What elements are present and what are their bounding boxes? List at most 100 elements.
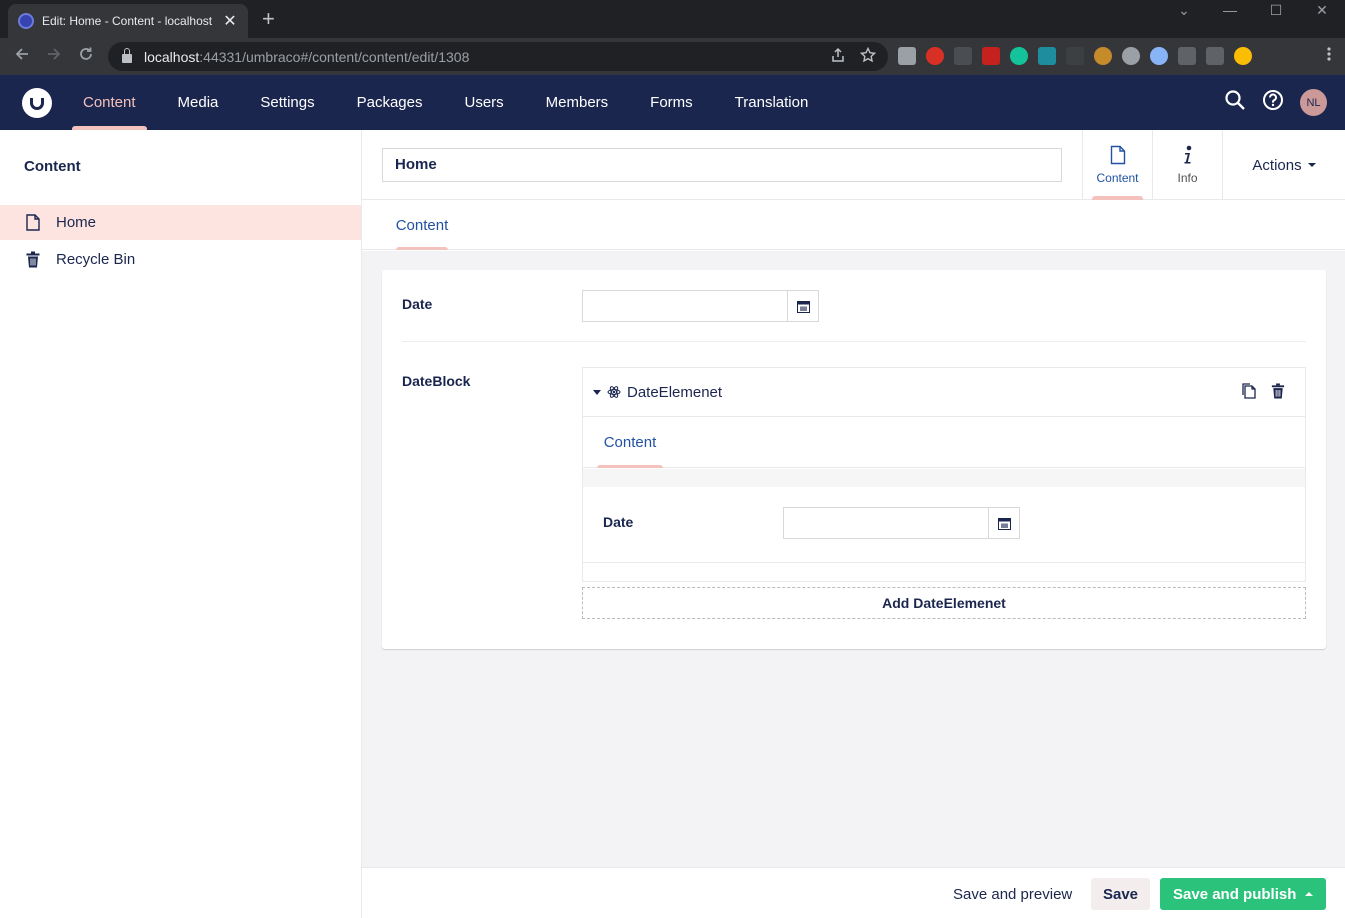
add-block-button[interactable]: Add DateElemenet (582, 587, 1306, 619)
calendar-icon (796, 300, 810, 313)
publish-options-caret-icon[interactable] (1292, 878, 1326, 910)
property-divider (402, 341, 1306, 342)
share-icon[interactable] (830, 47, 846, 67)
section-packages[interactable]: Packages (336, 75, 444, 130)
adblock-icon[interactable] (926, 47, 944, 65)
block-header[interactable]: DateElemenet (583, 368, 1305, 417)
section-members[interactable]: Members (525, 75, 630, 130)
app-info[interactable]: Info (1152, 130, 1222, 200)
collapse-caret-icon[interactable] (593, 389, 601, 395)
block-date-label: Date (603, 514, 634, 530)
calendar-icon (997, 517, 1011, 530)
dateblock-label: DateBlock (402, 373, 471, 389)
maximize-button[interactable]: ☐ (1253, 0, 1299, 22)
forward-arrow-icon[interactable] (38, 46, 70, 67)
section-users[interactable]: Users (443, 75, 524, 130)
user-avatar[interactable]: NL (1300, 89, 1327, 116)
tab-close-icon[interactable]: ✕ (222, 11, 238, 31)
section-forms[interactable]: Forms (629, 75, 714, 130)
minimize-button[interactable]: — (1207, 0, 1253, 22)
trash-icon (26, 251, 40, 268)
actions-dropdown[interactable]: Actions (1222, 130, 1345, 200)
close-window-button[interactable]: ✕ (1299, 0, 1345, 22)
section-media[interactable]: Media (157, 75, 240, 130)
browser-menu-icon[interactable] (1327, 46, 1331, 67)
extension-icon[interactable] (1038, 47, 1056, 65)
app-content[interactable]: Content (1082, 130, 1152, 200)
tab-title: Edit: Home - Content - localhost (42, 14, 213, 28)
profile-avatar-icon[interactable] (1234, 47, 1252, 65)
reload-icon[interactable] (70, 46, 102, 67)
help-icon[interactable] (1262, 89, 1284, 116)
browser-tab[interactable]: Edit: Home - Content - localhost ✕ (8, 4, 248, 38)
cookie-icon[interactable] (1094, 47, 1112, 65)
extensions-bar (898, 47, 1252, 65)
search-icon[interactable] (1224, 89, 1246, 116)
tab-content[interactable]: Content (382, 200, 462, 250)
actions-label: Actions (1252, 156, 1302, 174)
reading-list-icon[interactable] (1206, 47, 1224, 65)
section-nav: Content Media Settings Packages Users Me… (62, 75, 829, 130)
date-label: Date (402, 296, 433, 312)
calendar-button[interactable] (988, 508, 1019, 538)
url-host: localhost (144, 48, 200, 65)
publish-label: Save and publish (1173, 885, 1297, 903)
delete-trash-icon[interactable] (1271, 383, 1285, 403)
caret-down-icon (1307, 163, 1316, 167)
info-icon (1184, 145, 1191, 164)
block-tabs: Content (583, 417, 1305, 468)
app-header: Content Media Settings Packages Users Me… (0, 75, 1345, 130)
puzzle-icon[interactable] (1178, 47, 1196, 65)
browser-toolbar: localhost:44331/umbraco#/content/content… (0, 38, 1345, 75)
tab-search-icon[interactable]: ⌄ (1161, 0, 1207, 22)
block-date-input[interactable] (783, 507, 1020, 539)
block-title: DateElemenet (627, 383, 723, 401)
editor-header: Home Content Info Actions (362, 130, 1345, 200)
extension-icon[interactable] (982, 47, 1000, 65)
save-and-publish-button[interactable]: Save and publish (1160, 878, 1326, 910)
block-tab-content[interactable]: Content (597, 417, 663, 468)
back-arrow-icon[interactable] (6, 46, 38, 67)
document-icon (26, 214, 40, 231)
content-tree: Content Home Recycle Bin (0, 130, 362, 918)
editor-tabs: Content (362, 200, 1345, 250)
bookmark-star-icon[interactable] (859, 46, 877, 67)
node-name-input[interactable]: Home (382, 148, 1062, 182)
tree-item-recycle-bin[interactable]: Recycle Bin (0, 242, 361, 277)
window-controls: ⌄ — ☐ ✕ (1161, 0, 1345, 22)
grammarly-icon[interactable] (1010, 47, 1028, 65)
document-icon (1110, 145, 1125, 165)
block-item: DateElemenet Content Date (582, 367, 1306, 582)
extension-icon[interactable] (954, 47, 972, 65)
copy-icon[interactable] (1241, 383, 1257, 403)
date-input[interactable] (582, 290, 819, 322)
block-body: Date (583, 469, 1305, 563)
calendar-button[interactable] (787, 291, 818, 321)
heart-icon[interactable] (1150, 47, 1168, 65)
extension-icon[interactable] (1122, 47, 1140, 65)
property-panel: Date DateBlock DateElemenet Content Date… (382, 270, 1326, 649)
editor-footer: Save and preview Save Save and publish (362, 867, 1345, 918)
tree-item-home[interactable]: Home (0, 205, 361, 240)
tree-item-label: Home (56, 214, 97, 231)
section-translation[interactable]: Translation (714, 75, 830, 130)
umbraco-favicon-icon (18, 13, 34, 29)
extension-icon[interactable] (898, 47, 916, 65)
atom-icon (607, 386, 621, 398)
lock-icon[interactable] (122, 48, 132, 63)
extension-icon[interactable] (1066, 47, 1084, 65)
new-tab-button[interactable]: + (262, 8, 275, 30)
url-path: :44331/umbraco#/content/content/edit/130… (199, 48, 470, 65)
app-label: Content (1096, 171, 1139, 185)
browser-titlebar: Edit: Home - Content - localhost ✕ + ⌄ —… (0, 0, 1345, 38)
tree-title: Content (24, 158, 81, 175)
umbraco-logo-icon[interactable] (22, 88, 52, 118)
section-content[interactable]: Content (62, 75, 157, 130)
save-and-preview-button[interactable]: Save and preview (943, 878, 1082, 910)
section-settings[interactable]: Settings (239, 75, 335, 130)
editor-canvas: Date DateBlock DateElemenet Content Date… (362, 251, 1345, 867)
tree-item-label: Recycle Bin (56, 251, 136, 268)
address-bar[interactable]: localhost:44331/umbraco#/content/content… (108, 42, 888, 71)
app-label: Info (1177, 171, 1198, 185)
save-button[interactable]: Save (1091, 878, 1150, 910)
